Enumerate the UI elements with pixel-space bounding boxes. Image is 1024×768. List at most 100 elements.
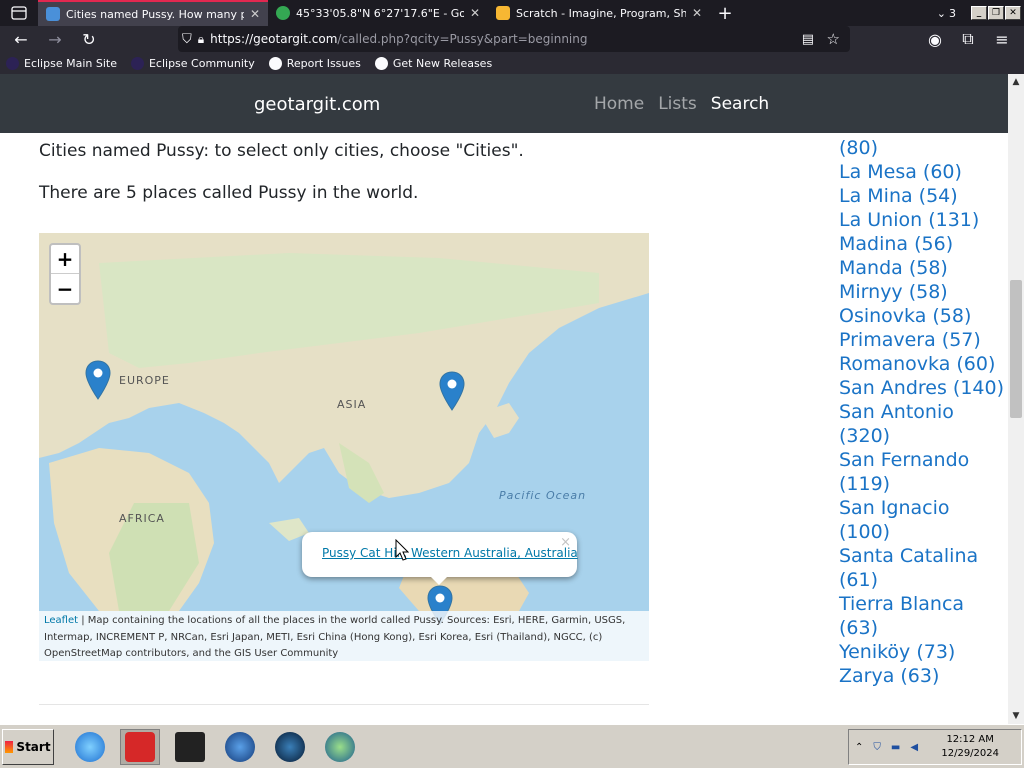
tab-geotargit[interactable]: Cities named Pussy. How many plac ✕	[38, 0, 268, 26]
tab-scratch[interactable]: Scratch - Imagine, Program, Share ✕	[488, 0, 710, 26]
place-count-text: There are 5 places called Pussy in the w…	[39, 183, 419, 203]
extensions-icon[interactable]: ⧉	[951, 26, 985, 52]
site-favicon-icon	[46, 7, 60, 21]
city-link[interactable]: La Union (131)	[839, 208, 1004, 232]
map-popup: Pussy Cat Hill, Western Australia, Austr…	[302, 532, 578, 585]
clock[interactable]: 12:12 AM 12/29/2024	[941, 733, 999, 761]
popup-close-icon[interactable]: ×	[560, 535, 571, 550]
city-link[interactable]: Romanovka (60)	[839, 352, 1004, 376]
tab-overflow-icon[interactable]: ⌄	[937, 7, 946, 20]
scrollbar-thumb[interactable]	[1010, 280, 1022, 418]
city-link[interactable]: Manda (58)	[839, 256, 1004, 280]
display-icon[interactable]: ▬	[891, 742, 900, 753]
taskbar-internet-explorer[interactable]	[70, 729, 110, 765]
security-icon[interactable]: ⛉	[873, 742, 881, 753]
close-tab-icon[interactable]: ✕	[250, 7, 260, 21]
bookmark-get-new-releases[interactable]: Get New Releases	[374, 56, 492, 70]
city-link[interactable]: Santa Catalina (61)	[839, 544, 1004, 592]
dark-app-icon	[175, 731, 205, 762]
city-link[interactable]: San Fernando (119)	[839, 448, 1004, 496]
city-link[interactable]: Mirnyy (58)	[839, 280, 1004, 304]
bookmark-report-issues[interactable]: Report Issues	[268, 56, 361, 70]
clock-time: 12:12 AM	[946, 734, 994, 745]
tab-strip: Cities named Pussy. How many plac ✕ 45°3…	[0, 0, 1024, 26]
tab-title: Scratch - Imagine, Program, Share	[516, 6, 686, 20]
site-brand[interactable]: geotargit.com	[254, 94, 380, 115]
zoom-control: + −	[49, 243, 81, 305]
map-marker-icon[interactable]	[85, 360, 111, 400]
account-icon[interactable]: ◉	[918, 26, 952, 52]
close-tab-icon[interactable]: ✕	[470, 6, 480, 20]
tab-list-icon[interactable]	[0, 0, 38, 26]
taskbar-app-globe[interactable]	[270, 729, 310, 765]
divider	[39, 704, 649, 705]
city-link[interactable]: Primavera (57)	[839, 328, 1004, 352]
eclipse-icon	[130, 56, 144, 70]
city-link[interactable]: San Antonio (320)	[839, 400, 1004, 448]
internet-explorer-icon	[75, 731, 105, 762]
restore-icon[interactable]: ❐	[988, 6, 1004, 20]
label-pacific-ocean: Pacific Ocean	[499, 489, 587, 502]
taskbar-app-network[interactable]	[320, 729, 360, 765]
network-app-icon	[325, 731, 355, 762]
world-map[interactable]: + − EUROPE ASIA AFRICA Pacific Ocean Pus…	[39, 233, 649, 661]
map-marker-icon[interactable]	[439, 371, 465, 411]
minimize-icon[interactable]: _	[971, 6, 987, 20]
tab-google-maps[interactable]: 45°33'05.8"N 6°27'17.6"E - Google ✕	[268, 0, 488, 26]
city-link[interactable]: Zarya (63)	[839, 664, 1004, 688]
bookmark-eclipse-community[interactable]: Eclipse Community	[130, 56, 255, 70]
close-window-icon[interactable]: ✕	[1005, 6, 1021, 20]
nav-home[interactable]: Home	[594, 94, 644, 114]
popup-place-link[interactable]: Pussy Cat Hill, Western Australia, Austr…	[322, 546, 578, 560]
site-header: geotargit.com Home Lists Search	[0, 74, 1008, 133]
windows-flag-icon	[5, 740, 14, 753]
label-europe: EUROPE	[119, 374, 170, 387]
intro-text: Cities named Pussy: to select only citie…	[39, 141, 524, 161]
globe-app-icon	[275, 731, 305, 762]
city-link[interactable]: Yeniköy (73)	[839, 640, 1004, 664]
tab-count: 3	[949, 6, 956, 20]
city-link[interactable]: Madina (56)	[839, 232, 1004, 256]
url-text[interactable]: https://geotargit.com/called.php?qcity=P…	[210, 32, 587, 46]
tab-title: Cities named Pussy. How many plac	[66, 7, 244, 21]
city-name-list: (80) La Mesa (60) La Mina (54) La Union (13…	[839, 136, 1004, 688]
volume-icon[interactable]: ◀	[910, 742, 918, 753]
new-tab-icon[interactable]: +	[710, 3, 740, 24]
start-button[interactable]: Start	[2, 728, 54, 765]
navigation-toolbar: ← → ↻ ⛉ 🔒︎ https://geotargit.com/called.…	[0, 26, 1024, 52]
tray-expand-icon[interactable]: ⌃	[855, 742, 863, 753]
lock-icon[interactable]: 🔒︎	[198, 32, 204, 47]
close-tab-icon[interactable]: ✕	[692, 6, 702, 20]
mouse-cursor-icon	[395, 539, 409, 561]
bookmark-eclipse-main[interactable]: Eclipse Main Site	[6, 56, 117, 70]
back-icon[interactable]: ←	[4, 26, 38, 52]
taskbar-app-red[interactable]	[120, 728, 160, 765]
shield-icon[interactable]: ⛉	[182, 32, 192, 47]
taskbar-media-player[interactable]	[220, 729, 260, 765]
address-bar[interactable]: ⛉ 🔒︎ https://geotargit.com/called.php?qc…	[178, 26, 850, 52]
nav-search[interactable]: Search	[711, 94, 769, 114]
zoom-out-button[interactable]: −	[51, 274, 79, 303]
reader-view-icon[interactable]: ▤	[802, 32, 814, 47]
taskbar: Start ⌃ ⛉ ▬ ◀ 12:12 AM 12/29/2024	[0, 724, 1024, 768]
reload-icon[interactable]: ↻	[72, 26, 106, 52]
menu-icon[interactable]: ≡	[985, 26, 1019, 52]
vertical-scrollbar[interactable]: ▲ ▼	[1008, 74, 1024, 724]
taskbar-app-dark[interactable]	[170, 729, 210, 765]
leaflet-link[interactable]: Leaflet	[44, 615, 78, 626]
city-link[interactable]: La Mina (54)	[839, 184, 1004, 208]
city-link[interactable]: San Andres (140)	[839, 376, 1004, 400]
city-link[interactable]: San Ignacio (100)	[839, 496, 1004, 544]
label-africa: AFRICA	[119, 512, 165, 525]
city-link[interactable]: Osinovka (58)	[839, 304, 1004, 328]
city-link[interactable]: (80)	[839, 136, 1004, 160]
forward-icon[interactable]: →	[38, 26, 72, 52]
scroll-up-icon[interactable]: ▲	[1008, 74, 1024, 90]
eclipse-icon	[6, 56, 19, 70]
zoom-in-button[interactable]: +	[51, 245, 79, 274]
scroll-down-icon[interactable]: ▼	[1008, 708, 1024, 724]
city-link[interactable]: La Mesa (60)	[839, 160, 1004, 184]
nav-lists[interactable]: Lists	[658, 94, 697, 114]
bookmark-star-icon[interactable]: ☆	[827, 30, 840, 48]
city-link[interactable]: Tierra Blanca (63)	[839, 592, 1004, 640]
